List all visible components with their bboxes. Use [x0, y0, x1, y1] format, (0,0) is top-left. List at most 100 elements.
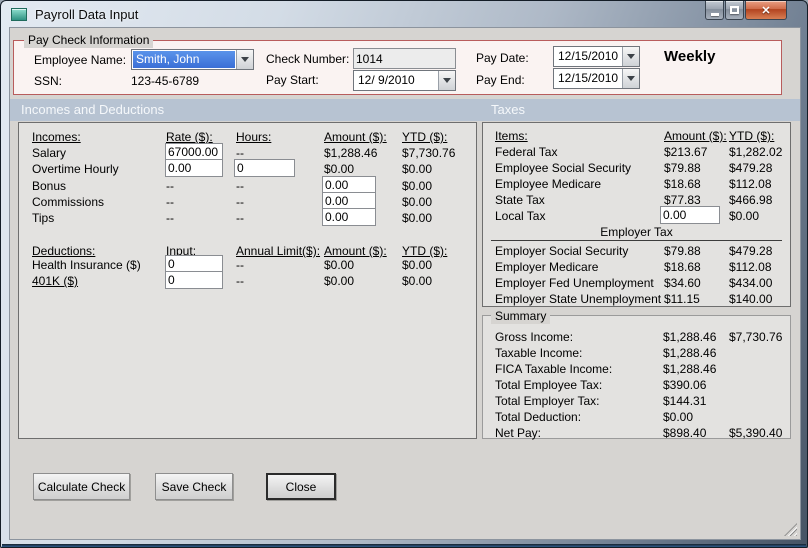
- emp-medicare-ytd: $112.08: [729, 177, 772, 191]
- bonus-rate: --: [166, 179, 174, 193]
- tax-row-label: State Tax: [495, 193, 545, 207]
- fica-taxable-amount: $1,288.46: [663, 362, 717, 376]
- pay-start-value: 12/ 9/2010: [358, 73, 415, 87]
- taxes-header: Taxes: [491, 102, 525, 117]
- annual-limit-col-header: Annual Limit($):: [236, 244, 321, 258]
- maximize-icon: [730, 6, 739, 14]
- summary-row-label: Net Pay:: [495, 426, 542, 440]
- resize-grip[interactable]: [784, 523, 797, 536]
- er-fed-unemp-amount: $34.60: [664, 276, 701, 290]
- employee-name-select[interactable]: Smith, John: [131, 49, 254, 70]
- payroll-window: Payroll Data Input ✕ Pay Check Informati…: [0, 0, 808, 548]
- employee-dropdown-button[interactable]: [236, 50, 253, 69]
- overtime-ytd: $0.00: [402, 162, 433, 176]
- commissions-hours: --: [236, 195, 244, 209]
- incomes-deductions-header: Incomes and Deductions: [21, 102, 165, 117]
- chevron-down-icon: [627, 54, 635, 59]
- emp-ss-amount: $79.88: [664, 161, 701, 175]
- tips-hours: --: [236, 211, 244, 225]
- local-tax-input[interactable]: [660, 206, 720, 224]
- deduction-row-label: Health Insurance ($): [32, 258, 141, 272]
- calculate-check-button[interactable]: Calculate Check: [33, 473, 130, 500]
- pay-end-picker[interactable]: 12/15/2010: [553, 68, 640, 89]
- app-icon: [11, 8, 27, 21]
- summary-group-title: Summary: [491, 308, 551, 324]
- pay-date-dropdown-button[interactable]: [622, 47, 639, 66]
- close-window-button[interactable]: ✕: [745, 1, 787, 20]
- summary-group: Summary Gross Income: $1,288.46 $7,730.7…: [482, 308, 791, 440]
- er-state-unemp-ytd: $140.00: [729, 292, 773, 306]
- amount-col-header: Amount ($):: [324, 130, 387, 144]
- employee-name-value: Smith, John: [133, 51, 235, 68]
- tax-row-label: Employer State Unemployment: [495, 292, 662, 306]
- federal-tax-amount: $213.67: [664, 145, 708, 159]
- pay-start-picker[interactable]: 12/ 9/2010: [353, 70, 456, 91]
- window-controls: ✕: [705, 1, 787, 20]
- minimize-icon: [710, 12, 719, 16]
- pay-frequency-label: Weekly: [664, 48, 716, 65]
- bonus-ytd: $0.00: [402, 179, 433, 193]
- titlebar[interactable]: Payroll Data Input ✕: [1, 1, 807, 27]
- pay-date-value: 12/15/2010: [558, 49, 619, 63]
- tips-amount-input[interactable]: [322, 208, 376, 226]
- summary-row-label: Taxable Income:: [495, 346, 583, 360]
- maximize-button[interactable]: [725, 1, 744, 20]
- check-number-label: Check Number:: [266, 52, 350, 66]
- er-medicare-ytd: $112.08: [729, 260, 772, 274]
- 401k-limit: --: [236, 274, 244, 288]
- check-number-input[interactable]: [353, 48, 456, 69]
- summary-row-label: FICA Taxable Income:: [495, 362, 613, 376]
- close-icon: ✕: [761, 4, 771, 17]
- save-check-button[interactable]: Save Check: [155, 473, 233, 500]
- pay-end-dropdown-button[interactable]: [622, 69, 639, 88]
- taxes-panel: Items: Amount ($): YTD ($): Federal Tax …: [482, 122, 791, 307]
- employee-name-label: Employee Name:: [34, 53, 127, 67]
- er-ss-ytd: $479.28: [729, 244, 773, 258]
- 401k-input[interactable]: [165, 271, 223, 289]
- income-row-label: Salary: [32, 146, 67, 160]
- 401k-link[interactable]: 401K ($): [32, 273, 78, 289]
- summary-row-label: Total Employer Tax:: [495, 394, 600, 408]
- total-employer-tax-amount: $144.31: [663, 394, 707, 408]
- pay-start-dropdown-button[interactable]: [438, 71, 455, 90]
- overtime-hours-input[interactable]: [234, 159, 295, 177]
- commissions-rate: --: [166, 195, 174, 209]
- employer-tax-divider: [491, 240, 782, 241]
- emp-ss-ytd: $479.28: [729, 161, 773, 175]
- income-row-label: Tips: [32, 211, 55, 225]
- incomes-col-header: Incomes:: [32, 130, 81, 144]
- tax-row-label: Employee Medicare: [495, 177, 602, 191]
- gross-income-ytd: $7,730.76: [729, 330, 783, 344]
- health-ytd: $0.00: [402, 258, 433, 272]
- ssn-value: 123-45-6789: [131, 74, 200, 88]
- ytd-col-header: YTD ($):: [402, 130, 448, 144]
- pay-end-label: Pay End:: [476, 73, 525, 87]
- federal-tax-ytd: $1,282.02: [729, 145, 783, 159]
- summary-row-label: Total Employee Tax:: [495, 378, 603, 392]
- tax-row-label: Employee Social Security: [495, 161, 632, 175]
- incomes-deductions-panel: Incomes: Rate ($): Hours: Amount ($): YT…: [18, 122, 477, 439]
- chevron-down-icon: [443, 78, 451, 83]
- salary-amount: $1,288.46: [324, 146, 378, 160]
- total-employee-tax-amount: $390.06: [663, 378, 707, 392]
- salary-ytd: $7,730.76: [402, 146, 456, 160]
- er-ss-amount: $79.88: [664, 244, 701, 258]
- ssn-label: SSN:: [34, 74, 63, 88]
- health-amount: $0.00: [324, 258, 355, 272]
- income-row-label: Commissions: [32, 195, 105, 209]
- chevron-down-icon: [627, 76, 635, 81]
- minimize-button[interactable]: [705, 1, 724, 20]
- income-row-label: Bonus: [32, 179, 67, 193]
- taxable-income-amount: $1,288.46: [663, 346, 717, 360]
- tips-rate: --: [166, 211, 174, 225]
- overtime-rate-input[interactable]: [165, 159, 223, 177]
- health-limit: --: [236, 258, 244, 272]
- pay-date-picker[interactable]: 12/15/2010: [553, 46, 640, 67]
- tax-items-col-header: Items:: [495, 129, 528, 143]
- tax-amount-col-header: Amount ($):: [664, 129, 727, 143]
- state-tax-ytd: $466.98: [729, 193, 773, 207]
- emp-medicare-amount: $18.68: [664, 177, 701, 191]
- window-title: Payroll Data Input: [35, 7, 139, 22]
- close-button[interactable]: Close: [266, 473, 336, 500]
- 401k-ytd: $0.00: [402, 274, 433, 288]
